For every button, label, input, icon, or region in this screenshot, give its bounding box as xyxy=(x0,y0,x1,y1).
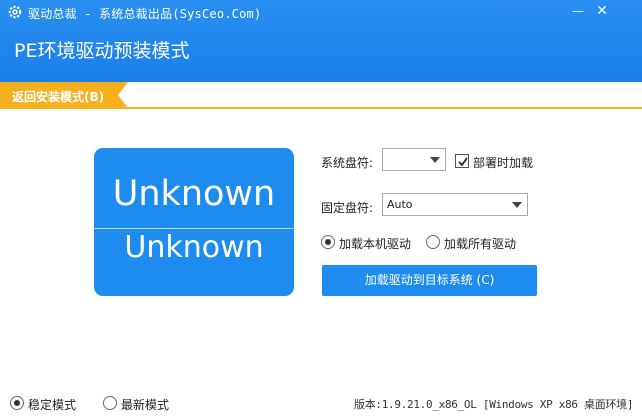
stable-mode-radio[interactable] xyxy=(10,396,24,410)
card-divider xyxy=(94,228,294,229)
back-to-install-mode-tab[interactable]: 返回安装模式(B) xyxy=(0,82,130,108)
tab-divider xyxy=(0,107,642,109)
version-text: 版本:1.9.21.0_x86_OL [Windows XP x86 桌面环境] xyxy=(354,398,634,411)
chevron-down-icon xyxy=(430,157,440,163)
fixed-drive-label: 固定盘符: xyxy=(321,201,374,215)
page-title: PE环境驱动预装模式 xyxy=(14,40,190,62)
drive-info-card: Unknown Unknown xyxy=(94,148,294,296)
fixed-drive-value: Auto xyxy=(387,198,413,211)
minimize-button[interactable]: — xyxy=(568,2,588,20)
chevron-down-icon xyxy=(512,202,522,208)
drive-detail-text: Unknown xyxy=(124,230,264,265)
latest-mode-radio[interactable] xyxy=(103,396,117,410)
close-button[interactable]: ✕ xyxy=(592,2,612,20)
drive-model-text: Unknown xyxy=(112,174,276,214)
fixed-drive-select[interactable]: Auto xyxy=(382,193,528,216)
checkmark-icon xyxy=(458,157,468,167)
system-drive-label: 系统盘符: xyxy=(321,156,374,170)
load-all-drivers-radio[interactable] xyxy=(426,235,440,249)
load-on-deploy-checkbox[interactable] xyxy=(455,154,469,168)
load-all-drivers-label: 加载所有驱动 xyxy=(444,237,517,251)
load-local-drivers-label: 加载本机驱动 xyxy=(339,237,412,251)
load-on-deploy-label: 部署时加载 xyxy=(473,156,534,170)
gear-icon xyxy=(7,4,23,20)
header-bar: 驱动总裁 - 系统总裁出品(SysCeo.Com) — ✕ PE环境驱动预装模式 xyxy=(0,0,642,82)
load-drivers-to-target-button[interactable]: 加载驱动到目标系统 (C) xyxy=(322,265,537,296)
stable-mode-label: 稳定模式 xyxy=(28,398,77,412)
window-title: 驱动总裁 - 系统总裁出品(SysCeo.Com) xyxy=(28,7,262,21)
latest-mode-label: 最新模式 xyxy=(121,398,170,412)
titlebar[interactable]: 驱动总裁 - 系统总裁出品(SysCeo.Com) — ✕ xyxy=(0,0,642,24)
system-drive-select[interactable] xyxy=(382,148,446,171)
tab-label: 返回安装模式(B) xyxy=(12,90,105,104)
load-local-drivers-radio[interactable] xyxy=(321,235,335,249)
